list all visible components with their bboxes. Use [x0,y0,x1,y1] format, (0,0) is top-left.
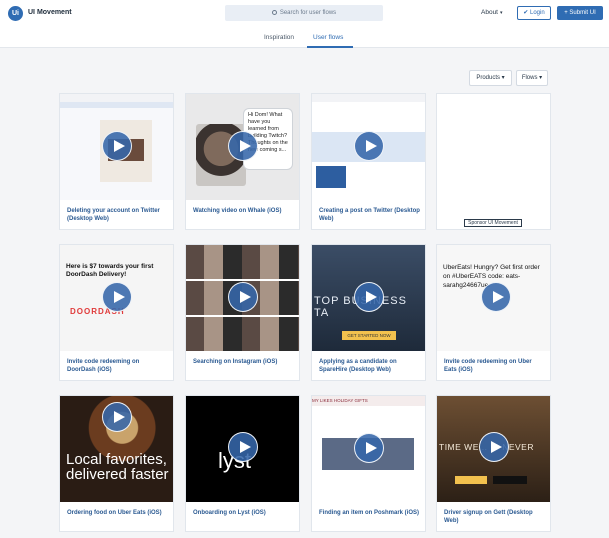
flow-card[interactable]: Creating a post on Twitter (Desktop Web) [311,93,426,230]
flow-thumbnail [186,245,299,351]
flow-title[interactable]: Applying as a candidate on SpareHire (De… [319,358,421,374]
flow-thumbnail: UberEats! Hungry? Get first order on #Ub… [437,245,550,351]
flow-title[interactable]: Invite code redeeming on Uber Eats (iOS) [444,358,546,374]
tab-inspiration[interactable]: Inspiration [264,34,294,41]
play-icon[interactable] [481,282,511,312]
flow-title[interactable]: Finding an item on Poshmark (iOS) [319,509,421,517]
flow-card[interactable]: Local favorites, delivered faster Orderi… [59,395,174,532]
about-menu[interactable]: About ▾ [481,9,503,16]
flow-card[interactable]: Searching on Instagram (iOS) [185,244,300,381]
top-bar: Ui UI Movement Search for user flows Abo… [0,0,609,28]
sponsor-area [437,94,550,200]
thumb-button: GET STARTED NOW [342,331,396,340]
play-icon[interactable] [102,131,132,161]
flows-label: Flows [521,75,538,81]
play-icon[interactable] [228,432,258,462]
search-icon [271,10,277,15]
play-icon[interactable] [354,131,384,161]
flow-card[interactable]: Hi Dom! What have you learned from build… [185,93,300,230]
tab-user-flows[interactable]: User flows [313,34,343,41]
play-icon[interactable] [228,282,258,312]
submit-ui-button[interactable]: + Submit UI [557,6,603,20]
twitter-icon: ✔ [523,10,529,16]
thumb-text: Local favorites, delivered faster [66,451,169,483]
products-filter[interactable]: Products ▾ [469,70,512,86]
flow-title[interactable]: Creating a post on Twitter (Desktop Web) [319,207,421,223]
flows-filter[interactable]: Flows ▾ [516,70,548,86]
play-icon[interactable] [228,131,258,161]
flow-title[interactable]: Searching on Instagram (iOS) [193,358,295,366]
active-tab-indicator [307,46,353,48]
chevron-down-icon: ▾ [500,10,503,16]
flow-title[interactable]: Ordering food on Uber Eats (iOS) [67,509,169,517]
play-icon[interactable] [354,433,384,463]
flow-title[interactable]: Deleting your account on Twitter (Deskto… [67,207,169,223]
thumb-text: MY LIKES HOLIDAY GIFTS [312,396,425,406]
products-label: Products [476,75,500,81]
flow-thumbnail [312,94,425,200]
flow-card[interactable]: MY LIKES HOLIDAY GIFTS Finding an item o… [311,395,426,532]
flow-thumbnail: TOP BUSINESS TA GET STARTED NOW [312,245,425,351]
play-icon[interactable] [102,282,132,312]
flow-thumbnail: MY LIKES HOLIDAY GIFTS [312,396,425,502]
flow-card[interactable]: lyst Onboarding on Lyst (iOS) [185,395,300,532]
flow-thumbnail: Local favorites, delivered faster [60,396,173,502]
thumb-text: Here is $7 towards your first DoorDash D… [66,263,154,278]
flow-thumbnail: TIME WE... IS NEVER [437,396,550,502]
flow-card[interactable]: TIME WE... IS NEVER Driver signup on Get… [436,395,551,532]
flow-title[interactable]: Watching video on Whale (iOS) [193,207,295,215]
search-placeholder: Search for user flows [279,10,337,16]
search-input[interactable]: Search for user flows [225,5,383,21]
flow-thumbnail [60,94,173,200]
plus-icon: + [564,10,568,16]
flow-card[interactable]: Deleting your account on Twitter (Deskto… [59,93,174,230]
sponsor-link[interactable]: Sponsor UI Movement [464,219,522,227]
chevron-down-icon: ▾ [501,75,505,81]
flow-title[interactable]: Driver signup on Gett (Desktop Web) [444,509,546,525]
play-icon[interactable] [479,432,509,462]
flow-card[interactable]: TOP BUSINESS TA GET STARTED NOW Applying… [311,244,426,381]
flow-card[interactable]: UberEats! Hungry? Get first order on #Ub… [436,244,551,381]
logo-icon[interactable]: Ui [8,6,23,21]
login-button[interactable]: ✔ Login [517,6,551,20]
about-label: About [481,9,498,16]
flow-thumbnail: Hi Dom! What have you learned from build… [186,94,299,200]
flow-title[interactable]: Onboarding on Lyst (iOS) [193,509,295,517]
brand-name[interactable]: UI Movement [28,9,72,16]
flow-thumbnail: lyst [186,396,299,502]
login-label: Login [530,10,545,16]
play-icon[interactable] [102,402,132,432]
sponsor-card [436,93,551,230]
flow-title[interactable]: Invite code redeeming on DoorDash (iOS) [67,358,169,374]
flow-card[interactable]: Here is $7 towards your first DoorDash D… [59,244,174,381]
flow-thumbnail: Here is $7 towards your first DoorDash D… [60,245,173,351]
sub-nav: Inspiration User flows [0,28,609,48]
submit-label: Submit UI [569,10,596,16]
play-icon[interactable] [354,282,384,312]
chevron-down-icon: ▾ [539,75,543,81]
